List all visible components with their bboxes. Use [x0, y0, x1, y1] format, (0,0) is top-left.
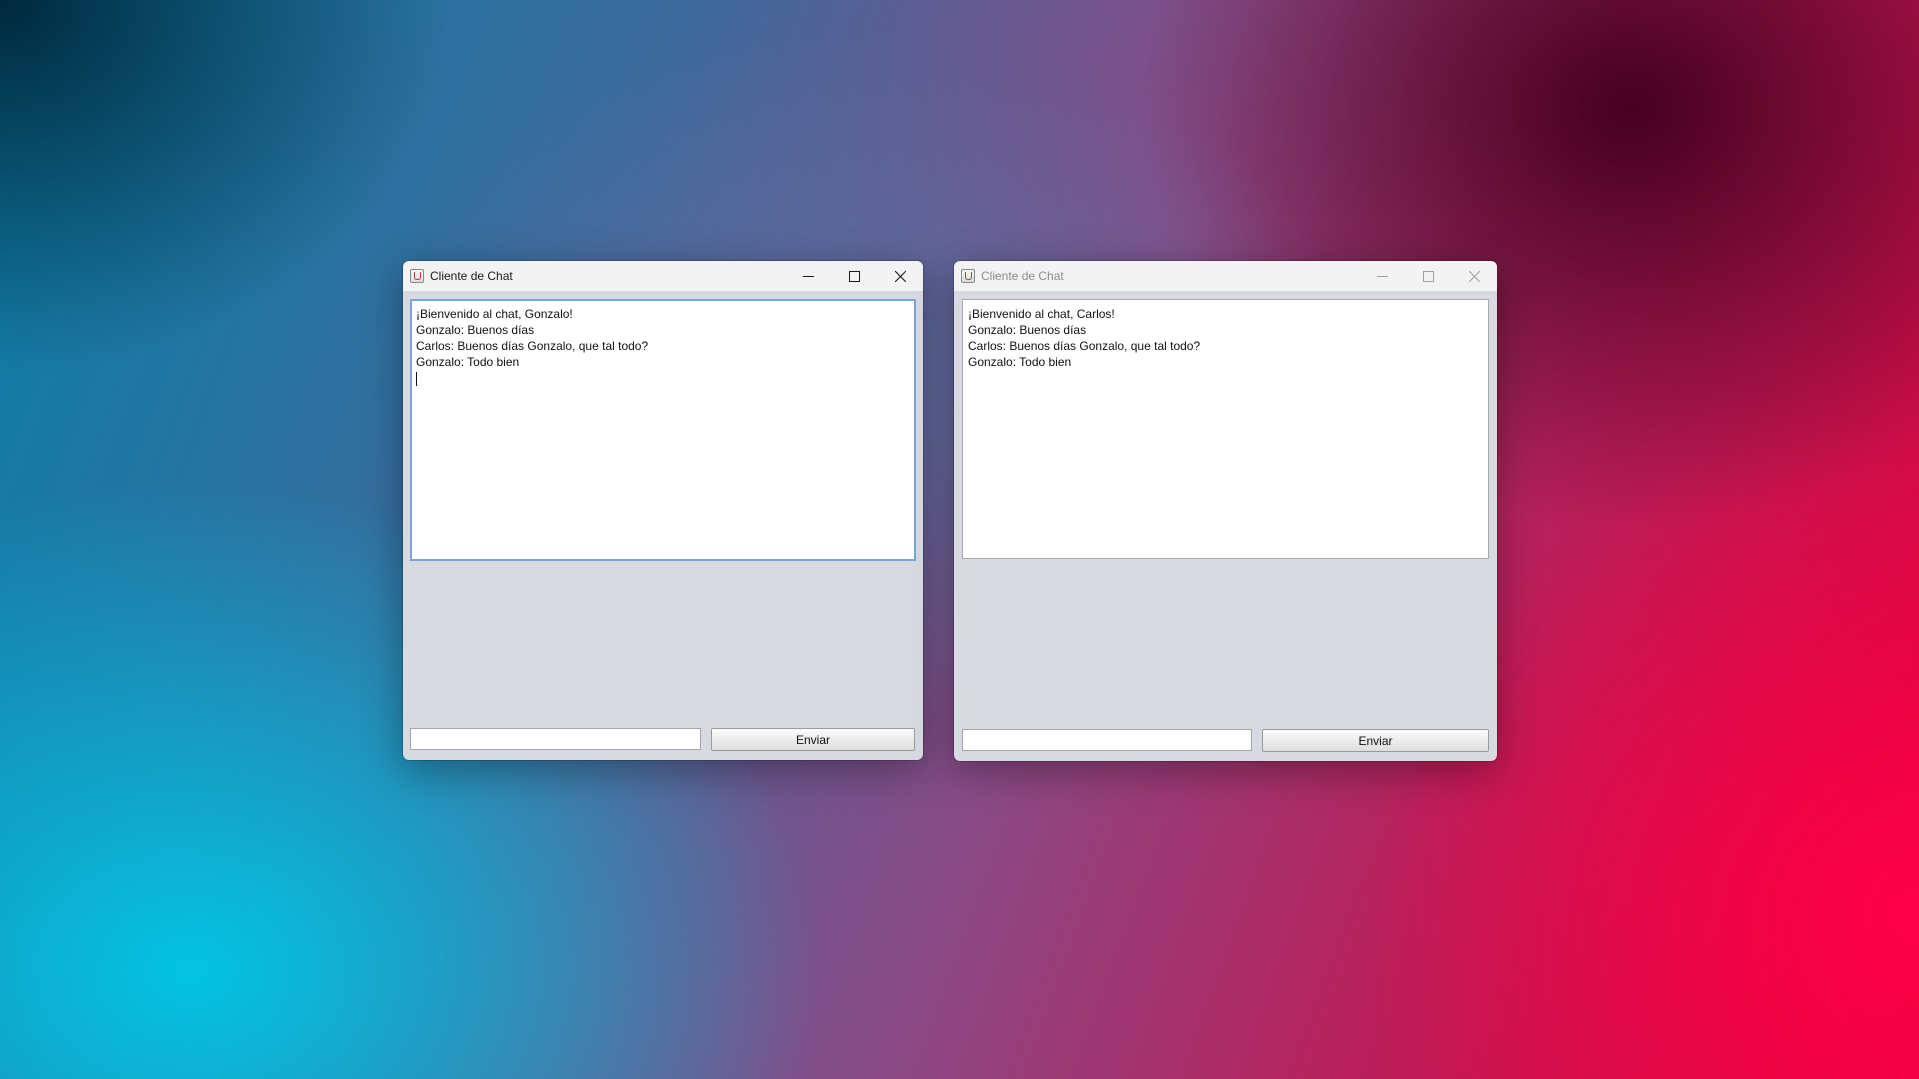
minimize-icon [1376, 275, 1388, 277]
maximize-button[interactable] [831, 261, 877, 291]
chat-message: Gonzalo: Buenos días [968, 323, 1087, 337]
chat-message: Gonzalo: Todo bien [968, 355, 1072, 369]
maximize-icon [848, 270, 860, 282]
window-title: Cliente de Chat [981, 269, 1064, 283]
window-title: Cliente de Chat [430, 269, 513, 283]
message-input[interactable] [410, 728, 701, 750]
minimize-button[interactable] [785, 261, 831, 291]
chat-message: ¡Bienvenido al chat, Carlos! [968, 307, 1115, 321]
title-bar[interactable]: Cliente de Chat [403, 261, 923, 291]
chat-message: Gonzalo: Buenos días [416, 323, 535, 337]
desktop-background: Cliente de Chat ¡Bienvenido al chat, Gon… [0, 0, 1919, 1079]
maximize-icon [1422, 270, 1434, 282]
send-button-label: Enviar [1358, 733, 1393, 748]
chat-history-textarea[interactable]: ¡Bienvenido al chat, Gonzalo! Gonzalo: B… [410, 299, 916, 561]
chat-window-gonzalo[interactable]: Cliente de Chat ¡Bienvenido al chat, Gon… [403, 261, 923, 760]
send-button-label: Enviar [795, 732, 830, 747]
title-bar[interactable]: Cliente de Chat [954, 261, 1497, 291]
chat-window-carlos[interactable]: Cliente de Chat ¡Bienvenido al chat, Car… [954, 261, 1497, 761]
text-caret [416, 370, 910, 386]
java-app-icon [961, 269, 975, 283]
close-icon [894, 270, 906, 282]
java-app-icon [410, 269, 424, 283]
close-button[interactable] [877, 261, 923, 291]
chat-message: Gonzalo: Todo bien [416, 355, 520, 369]
send-button[interactable]: Enviar [711, 728, 915, 751]
chat-message: Carlos: Buenos días Gonzalo, que tal tod… [968, 339, 1201, 353]
chat-message: ¡Bienvenido al chat, Gonzalo! [416, 307, 573, 321]
chat-message: Carlos: Buenos días Gonzalo, que tal tod… [416, 339, 649, 353]
minimize-button[interactable] [1359, 261, 1405, 291]
close-button[interactable] [1451, 261, 1497, 291]
close-icon [1468, 270, 1480, 282]
minimize-icon [802, 275, 814, 277]
send-button[interactable]: Enviar [1262, 729, 1489, 752]
chat-history-textarea[interactable]: ¡Bienvenido al chat, Carlos! Gonzalo: Bu… [962, 299, 1489, 559]
maximize-button[interactable] [1405, 261, 1451, 291]
message-input[interactable] [962, 729, 1252, 751]
